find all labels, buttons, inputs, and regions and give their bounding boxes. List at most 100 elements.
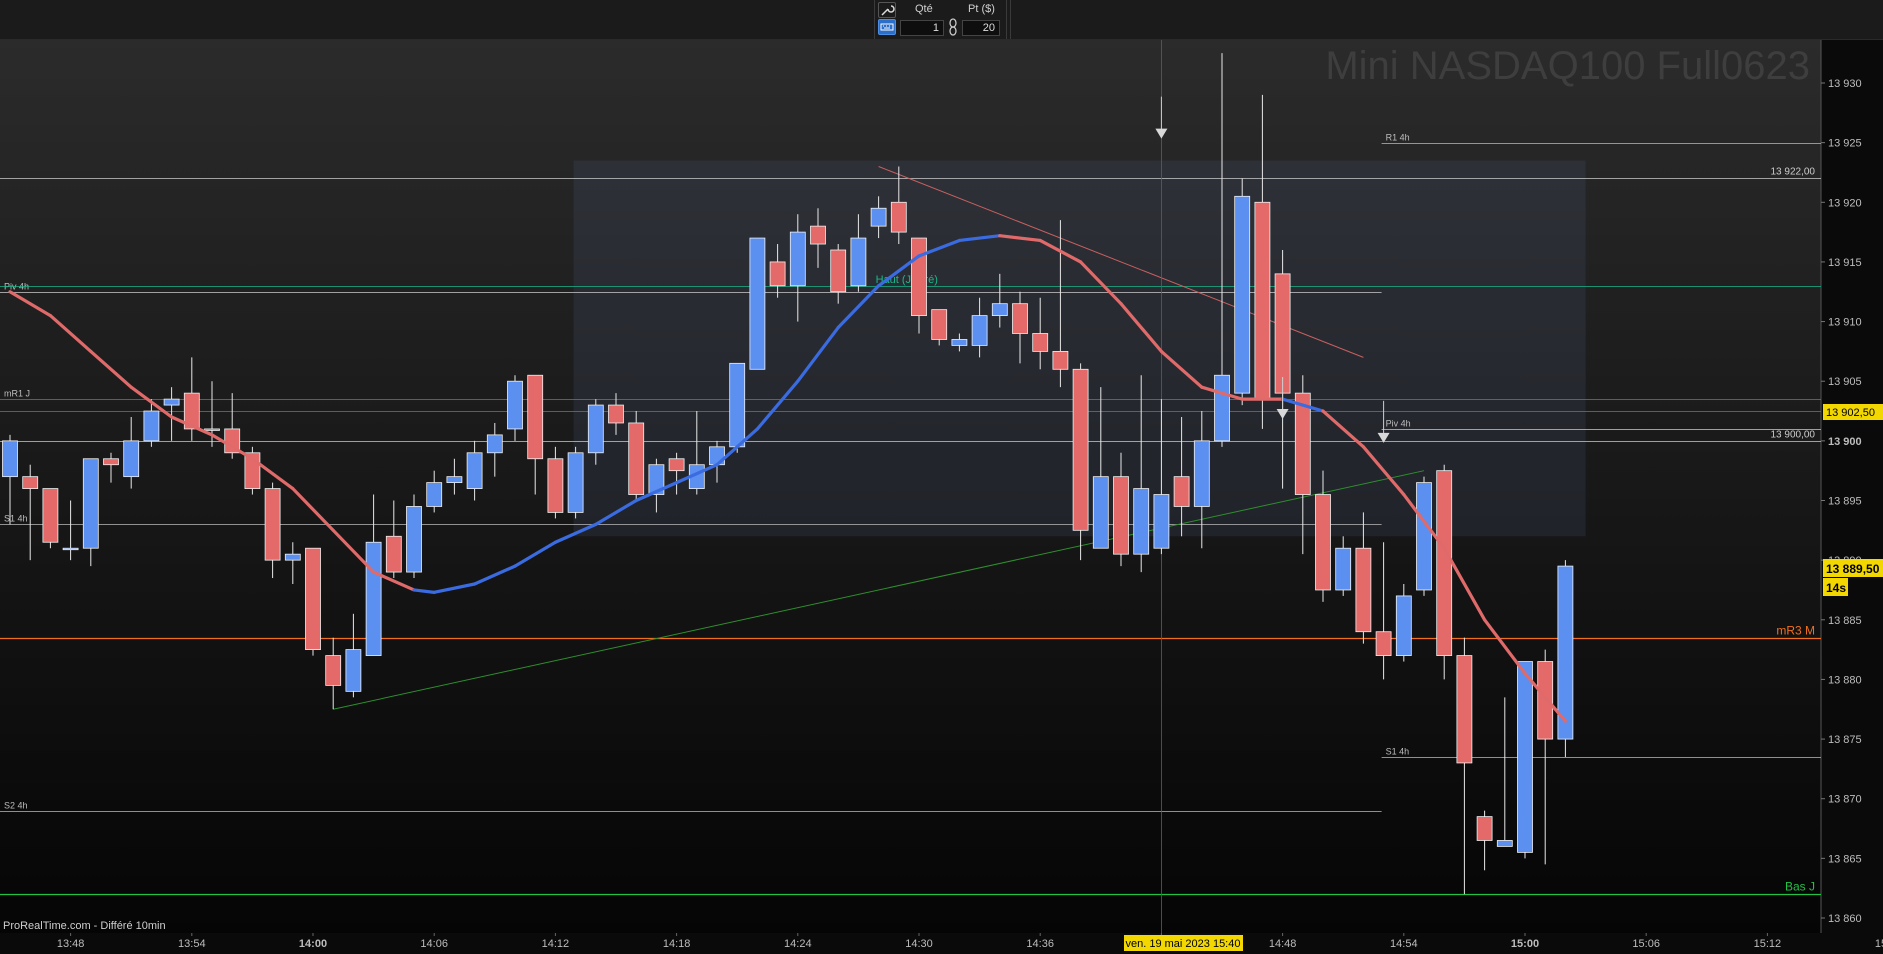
x-tick-label: 14:12: [542, 938, 570, 950]
current-price-label: 13 889,50: [1826, 562, 1880, 576]
candle-body-up: [123, 440, 140, 478]
candle-body-down: [1052, 350, 1069, 370]
candle-body-up: [82, 458, 99, 549]
x-tick-label: 14:54: [1390, 938, 1418, 950]
level-label: Bas J: [1785, 880, 1815, 894]
candle-body-up: [991, 303, 1008, 317]
candle-body-down: [42, 488, 59, 543]
pivot-price-label: 13 902,50: [1826, 407, 1875, 419]
candle: [1072, 363, 1089, 561]
candle-body-up: [284, 553, 301, 561]
y-tick-label: 13 860: [1828, 913, 1862, 925]
x-tick-label: 14:06: [420, 938, 448, 950]
candle: [1557, 560, 1574, 757]
candle-body-down: [1072, 368, 1089, 531]
candle-body-down: [890, 201, 907, 233]
candle-body-down: [385, 535, 402, 573]
candle-body-down: [931, 309, 948, 340]
candle-body-up: [951, 339, 968, 346]
x-tick-label: 15:06: [1632, 938, 1660, 950]
candle: [628, 411, 645, 501]
y-tick-label: 13 915: [1828, 257, 1862, 269]
candle-body-down: [1274, 273, 1291, 394]
level-label: 13 900,00: [1771, 430, 1816, 441]
x-tick-label: 14:18: [663, 938, 691, 950]
candle-body-up: [971, 315, 988, 346]
level-label: mR3 M: [1776, 624, 1815, 638]
candle-body-down: [264, 488, 281, 561]
candle-body-up: [870, 207, 887, 227]
x-tick-label: 14:30: [905, 938, 933, 950]
candle-body-up: [1416, 482, 1432, 591]
x-tick-label: 15:18: [1875, 938, 1883, 950]
y-tick-label: 13 905: [1828, 376, 1862, 388]
candle-body-up: [1092, 476, 1109, 549]
candle-body-up: [749, 237, 766, 370]
price-chart[interactable]: R1 4h13 922,00Piv 4hmR1 JPiv 4h13 900,00…: [0, 0, 1883, 954]
candle-body-up: [204, 428, 220, 431]
candle-body-down: [911, 237, 927, 317]
candle: [749, 237, 766, 370]
candle-body-down: [325, 655, 342, 686]
candle-body-down: [527, 374, 544, 460]
candle-body-down: [1315, 494, 1331, 591]
candle-body-down: [1294, 392, 1311, 495]
candle-body-up: [1214, 374, 1230, 442]
y-tick-label: 13 880: [1828, 674, 1862, 686]
candle-body-up: [406, 506, 422, 573]
candle-body-down: [1173, 476, 1190, 507]
level-label: 13 922,00: [1771, 167, 1816, 178]
candle-body-down: [608, 404, 624, 424]
candle: [1436, 464, 1453, 680]
candle-body-up: [507, 380, 523, 430]
candle: [305, 547, 321, 656]
y-tick-label: 13 930: [1828, 78, 1862, 90]
candle: [42, 488, 59, 549]
level-label: S2 4h: [4, 801, 28, 811]
candle-body-down: [1537, 661, 1554, 740]
candle-body-up: [426, 482, 443, 507]
candle-body-up: [345, 649, 362, 692]
candle: [729, 362, 746, 453]
candle-body-up: [446, 476, 463, 484]
candle-body-down: [1436, 470, 1453, 656]
candle-body-up: [143, 410, 160, 442]
candle-body-down: [1113, 476, 1129, 555]
candle-body-up: [587, 404, 604, 454]
y-tick-label: 13 910: [1828, 317, 1862, 329]
candle-body-down: [1456, 655, 1473, 764]
candle-body-down: [830, 249, 847, 293]
y-tick-label: 13 920: [1828, 197, 1862, 209]
x-tick-label: 15:00: [1511, 938, 1539, 950]
candle-body-down: [1476, 816, 1493, 841]
candle-body-down: [1355, 547, 1372, 633]
candle-body-up: [163, 398, 180, 406]
candle-body-down: [628, 422, 645, 495]
level-label: Piv 4h: [1386, 419, 1411, 429]
candle-body-up: [1517, 661, 1533, 853]
candle-body-down: [305, 547, 321, 651]
candle-body-down: [1254, 201, 1271, 400]
candle-body-up: [62, 547, 79, 551]
candle-body-up: [850, 237, 867, 287]
x-tick-label: 13:54: [178, 938, 206, 950]
bar-timer-label: 14s: [1826, 581, 1846, 595]
y-tick-label: 13 875: [1828, 734, 1862, 746]
candle: [406, 494, 422, 579]
candle-body-down: [810, 225, 826, 245]
candle-body-down: [668, 458, 685, 472]
candle-body-down: [22, 476, 39, 489]
candle-body-up: [1133, 488, 1150, 555]
level-label: S1 4h: [4, 514, 28, 524]
level-label: R1 4h: [1386, 133, 1410, 143]
x-tick-label: 14:00: [299, 938, 327, 950]
candle: [1234, 178, 1251, 406]
y-tick-label: 13 895: [1828, 496, 1862, 508]
y-tick-label: 13 865: [1828, 853, 1862, 865]
candle-body-down: [1032, 333, 1049, 352]
candle-body-down: [1012, 303, 1028, 334]
candle-body-up: [1395, 595, 1412, 656]
candle-body-down: [1375, 631, 1392, 656]
candle-body-up: [1234, 195, 1251, 394]
candle-body-up: [365, 541, 382, 656]
